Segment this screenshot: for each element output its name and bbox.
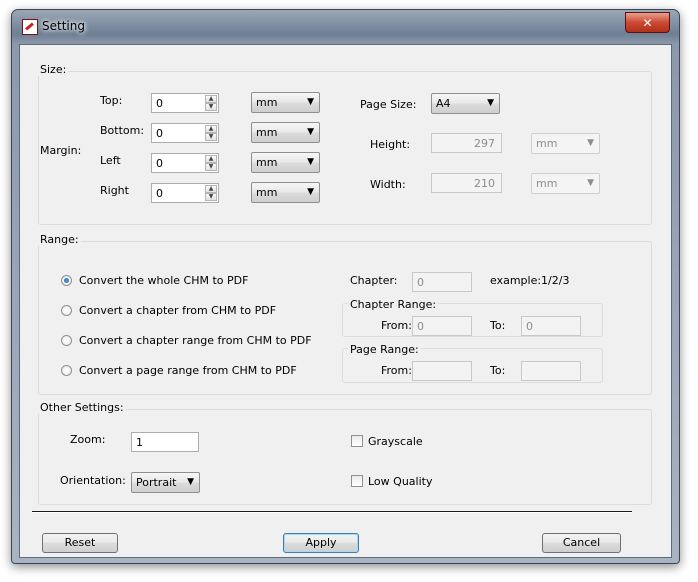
title-bar[interactable]: Setting ✕ (12, 10, 679, 44)
bottom-margin-input[interactable]: 0 ▲ ▼ (151, 123, 219, 143)
spin-up-icon[interactable]: ▲ (205, 155, 217, 163)
spin-down-icon[interactable]: ▼ (205, 163, 217, 171)
close-button[interactable]: ✕ (625, 12, 670, 33)
close-icon: ✕ (642, 15, 653, 30)
page-from-label: From: (381, 364, 412, 377)
chapter-from-input: 0 (412, 316, 472, 336)
chapter-input: 0 (412, 272, 472, 292)
top-unit-select[interactable]: mm ▼ (251, 92, 320, 113)
chevron-down-icon: ▼ (307, 97, 314, 107)
page-range-option-label[interactable]: Convert a page range from CHM to PDF (79, 364, 297, 377)
page-size-select[interactable]: A4 ▼ (431, 93, 500, 114)
height-unit-select: mm ▼ (531, 133, 600, 154)
width-unit-select: mm ▼ (531, 173, 600, 194)
orientation-select[interactable]: Portrait ▼ (131, 472, 200, 493)
height-input: 297 (431, 133, 502, 153)
chapter-to-label: To: (490, 319, 506, 332)
low-quality-label[interactable]: Low Quality (368, 475, 432, 488)
chevron-down-icon: ▼ (187, 477, 194, 487)
reset-button[interactable]: Reset (42, 533, 118, 553)
apply-button[interactable]: Apply (283, 533, 359, 553)
orientation-label: Orientation: (60, 474, 126, 487)
separator (32, 511, 632, 513)
width-input: 210 (431, 173, 502, 193)
left-margin-input[interactable]: 0 ▲ ▼ (151, 153, 219, 173)
left-label: Left (100, 154, 121, 167)
right-margin-input[interactable]: 0 ▲ ▼ (151, 183, 219, 203)
chapter-example: example:1/2/3 (490, 274, 570, 287)
radio-chapter-range[interactable] (61, 335, 72, 346)
chevron-down-icon: ▼ (587, 178, 594, 188)
top-label: Top: (100, 94, 123, 107)
settings-window: Setting ✕ Size: Margin: Top: 0 ▲ ▼ mm ▼ B… (11, 9, 680, 564)
chapter-label: Chapter: (350, 274, 398, 287)
page-range-label: Page Range: (348, 343, 421, 356)
page-to-label: To: (490, 364, 506, 377)
chapter-from-label: From: (381, 319, 412, 332)
bottom-label: Bottom: (100, 124, 145, 137)
spin-up-icon[interactable]: ▲ (205, 125, 217, 133)
low-quality-checkbox[interactable] (351, 475, 363, 487)
size-group-label: Size: (38, 63, 69, 76)
spin-up-icon[interactable]: ▲ (205, 185, 217, 193)
left-unit-select[interactable]: mm ▼ (251, 152, 320, 173)
width-label: Width: (370, 178, 406, 191)
other-settings-label: Other Settings: (38, 401, 126, 414)
margin-label: Margin: (40, 144, 82, 157)
radio-whole-chm[interactable] (61, 275, 72, 286)
grayscale-checkbox[interactable] (351, 435, 363, 447)
radio-chapter[interactable] (61, 305, 72, 316)
zoom-label: Zoom: (70, 433, 106, 446)
chevron-down-icon: ▼ (587, 138, 594, 148)
page-size-label: Page Size: (360, 98, 417, 111)
grayscale-label[interactable]: Grayscale (368, 435, 423, 448)
chapter-option-label[interactable]: Convert a chapter from CHM to PDF (79, 304, 276, 317)
chapter-range-option-label[interactable]: Convert a chapter range from CHM to PDF (79, 334, 312, 347)
chevron-down-icon: ▼ (487, 98, 494, 108)
spin-down-icon[interactable]: ▼ (205, 133, 217, 141)
cancel-button[interactable]: Cancel (542, 533, 621, 553)
chapter-to-input: 0 (521, 316, 581, 336)
radio-page-range[interactable] (61, 365, 72, 376)
spin-down-icon[interactable]: ▼ (205, 193, 217, 201)
right-unit-select[interactable]: mm ▼ (251, 182, 320, 203)
spin-up-icon[interactable]: ▲ (205, 95, 217, 103)
page-to-input (521, 361, 581, 381)
chevron-down-icon: ▼ (307, 127, 314, 137)
right-label: Right (100, 184, 129, 197)
whole-chm-label[interactable]: Convert the whole CHM to PDF (79, 274, 248, 287)
height-label: Height: (370, 138, 411, 151)
app-icon (22, 19, 38, 35)
window-title: Setting (42, 19, 85, 33)
bottom-unit-select[interactable]: mm ▼ (251, 122, 320, 143)
dialog-body: Size: Margin: Top: 0 ▲ ▼ mm ▼ Bottom: 0 ▲… (19, 44, 672, 558)
page-from-input (412, 361, 472, 381)
chevron-down-icon: ▼ (307, 157, 314, 167)
zoom-input[interactable]: 1 (131, 432, 199, 452)
spin-down-icon[interactable]: ▼ (205, 103, 217, 111)
chapter-range-label: Chapter Range: (348, 298, 439, 311)
top-margin-input[interactable]: 0 ▲ ▼ (151, 93, 219, 113)
chevron-down-icon: ▼ (307, 187, 314, 197)
range-group-label: Range: (38, 233, 81, 246)
